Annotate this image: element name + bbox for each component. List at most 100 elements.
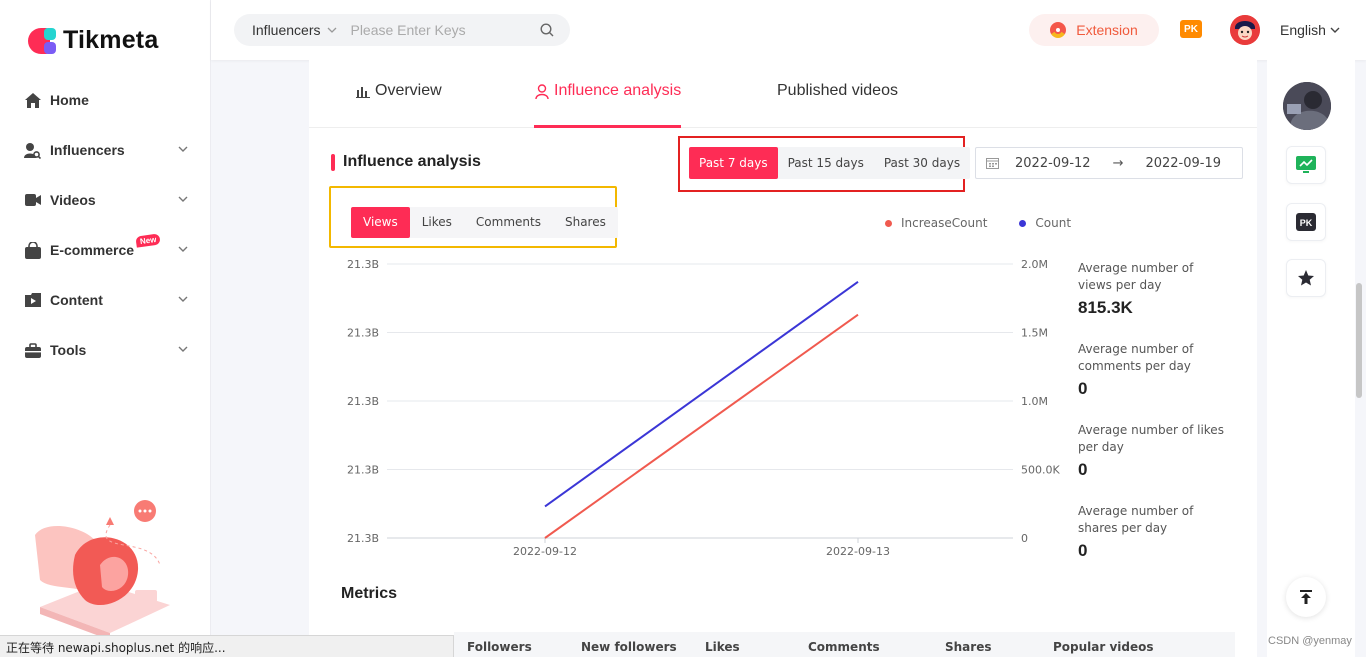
metric-option-shares[interactable]: Shares [553,207,618,238]
stat-label: Average number of likes per day [1078,423,1224,454]
tab-overview[interactable]: Overview [356,82,442,100]
sidebar-item-label: Content [50,292,103,308]
column-header-shares: Shares [945,640,992,654]
search-scope-select[interactable]: Influencers [234,22,338,38]
influencer-avatar[interactable] [1283,82,1331,130]
arrow-to-top-icon [1300,590,1312,604]
sidebar-item-influencers[interactable]: Influencers [0,125,211,175]
brand-logo[interactable]: Tikmeta [28,26,158,55]
search-scope-label: Influencers [252,22,321,38]
date-range-picker[interactable]: 2022-09-12 → 2022-09-19 [975,147,1243,179]
column-header-likes: Likes [705,640,740,654]
stat-comments-per-day: Average number of comments per day 0 [1078,341,1228,399]
search-bar: Influencers [234,14,570,46]
stat-label: Average number of views per day [1078,261,1194,292]
legend-label: Count [1035,216,1072,230]
home-icon [24,92,41,109]
pk-compare-button[interactable]: PK [1286,203,1326,241]
active-tab-indicator [534,125,681,128]
stat-shares-per-day: Average number of shares per day 0 [1078,503,1228,561]
sidebar-item-tools[interactable]: Tools [0,325,211,375]
stat-likes-per-day: Average number of likes per day 0 [1078,422,1228,480]
user-icon [535,83,549,99]
chrome-icon [1050,22,1067,38]
chevron-down-icon [178,346,188,352]
date-range-end: 2022-09-19 [1145,155,1222,171]
sidebar-item-label: E-commerce [50,242,135,258]
tab-label: Published videos [777,82,898,99]
metric-selector: Views Likes Comments Shares [351,207,618,238]
language-select[interactable]: English [1280,22,1340,38]
sidebar-item-label: Influencers [50,142,125,158]
sidebar-item-label: Home [50,92,89,108]
y-left-tick-label: 21.3B [347,258,379,271]
legend-item-increasecount[interactable]: IncreaseCount [885,216,987,230]
column-header-followers: Followers [467,640,532,654]
x-tick-label: 2022-09-12 [513,545,577,558]
chevron-down-icon [178,246,188,252]
influencer-photo [1283,82,1331,130]
date-range-start: 2022-09-12 [1015,155,1091,171]
period-option-15-days[interactable]: Past 15 days [778,147,874,179]
y-right-tick-label: 1.0M [1021,395,1048,408]
period-option-7-days[interactable]: Past 7 days [689,147,778,179]
stat-label: Average number of shares per day [1078,504,1194,535]
date-range-separator: → [1112,155,1124,171]
column-header-new-followers: New followers [581,640,677,654]
favorite-button[interactable] [1286,259,1326,297]
tab-bar: Overview Influence analysis Published vi… [309,60,1257,128]
sidebar-item-ecommerce[interactable]: E-commerce New [0,225,211,275]
x-tick-label: 2022-09-13 [826,545,890,558]
tab-label: Influence analysis [554,82,682,99]
new-badge: New [135,233,162,248]
tab-label: Overview [375,82,442,99]
legend-item-count[interactable]: Count [1019,216,1071,230]
stat-views-per-day: Average number of views per day 815.3K [1078,260,1228,318]
chevron-down-icon [328,27,337,33]
metric-option-likes[interactable]: Likes [410,207,464,238]
sidebar-item-content[interactable]: Content [0,275,211,325]
avatar-face-icon [1230,15,1260,45]
calendar-icon [986,158,999,169]
tab-influence-analysis[interactable]: Influence analysis [535,82,681,100]
legend-label: IncreaseCount [901,216,988,230]
browser-status-bar: 正在等待 newapi.shoplus.net 的响应... [0,635,454,657]
chevron-down-icon [178,146,188,152]
sidebar: Tikmeta Home Influencers Videos E-commer… [0,0,211,657]
section-title-text: Influence analysis [343,153,481,170]
language-label: English [1280,22,1326,38]
decorative-illustration [35,500,170,635]
stat-value: 0 [1078,379,1088,398]
metric-option-comments[interactable]: Comments [464,207,553,238]
sidebar-item-home[interactable]: Home [0,75,211,125]
tab-published-videos[interactable]: Published videos [777,82,898,100]
video-camera-icon [24,192,41,209]
column-header-comments: Comments [808,640,880,654]
pk-button[interactable]: PK [1180,20,1202,38]
metrics-title: Metrics [341,585,398,602]
period-option-30-days[interactable]: Past 30 days [874,147,970,179]
sidebar-item-label: Videos [50,192,96,208]
chevron-down-icon [1330,27,1340,33]
page-scrollbar[interactable] [1356,283,1362,398]
user-avatar[interactable] [1230,15,1260,45]
search-input[interactable] [350,22,531,38]
series-line-increasecount [544,313,859,539]
tikmeta-logo-icon [28,27,58,55]
sidebar-item-videos[interactable]: Videos [0,175,211,225]
right-rail: PK [1267,60,1355,657]
stat-label: Average number of comments per day [1078,342,1194,373]
chart-legend: IncreaseCount Count [885,216,1103,230]
monitor-button[interactable] [1286,146,1326,184]
search-icon[interactable] [540,23,554,37]
legend-dot-increasecount [885,219,892,227]
line-chart: 21.3B 2.0M 21.3B 1.5M 21.3B 1.0M 21.3B 500.0K 21… [347,258,1061,558]
extension-label: Extension [1076,22,1138,38]
sidebar-nav: Home Influencers Videos E-commerce New C… [0,75,211,375]
y-right-tick-label: 2.0M [1021,258,1048,271]
extension-button[interactable]: Extension [1029,14,1159,46]
pk-icon: PK [1296,213,1316,231]
top-bar: Influencers Extension PK English [211,0,1366,60]
metric-option-views[interactable]: Views [351,207,410,238]
back-to-top-button[interactable] [1286,577,1326,617]
